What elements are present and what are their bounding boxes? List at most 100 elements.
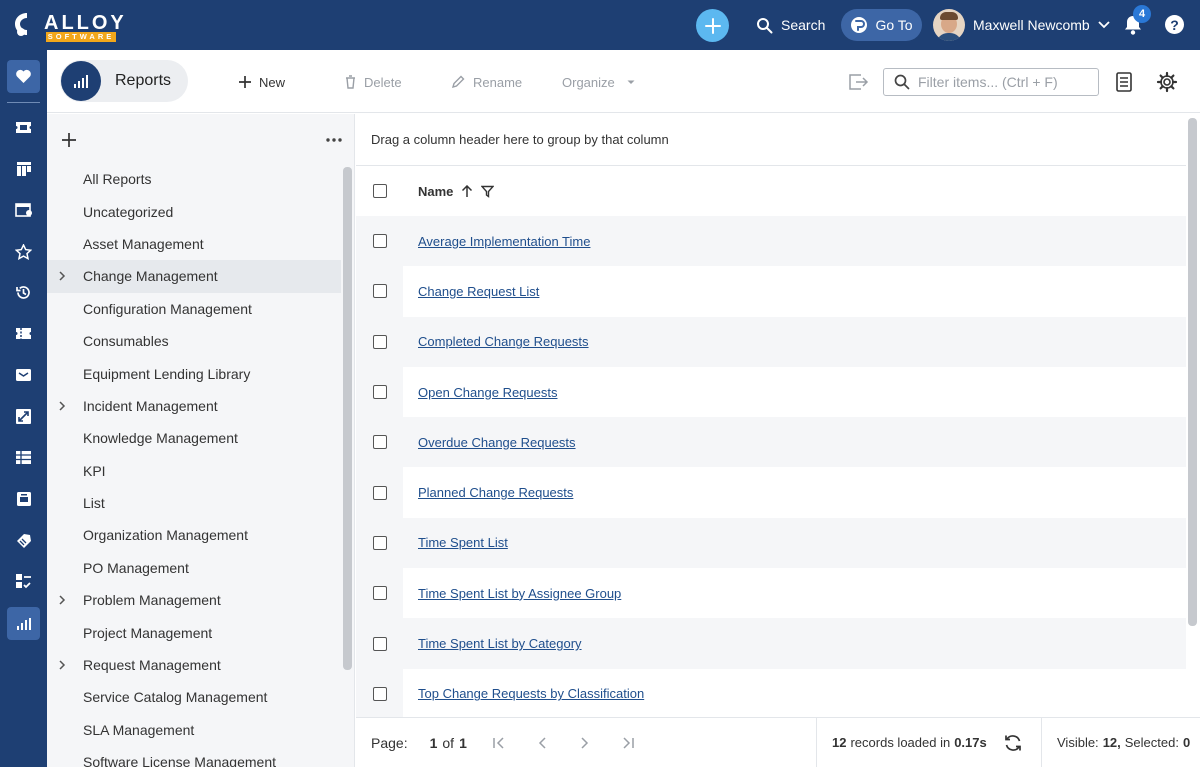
report-link[interactable]: Top Change Requests by Classification (418, 686, 644, 701)
category-item[interactable]: Change Management (47, 260, 341, 293)
category-scrollbar[interactable] (343, 167, 352, 670)
rail-starred[interactable] (7, 235, 40, 268)
add-category-icon[interactable] (60, 131, 78, 149)
row-checkbox[interactable] (372, 385, 387, 400)
category-item[interactable]: Software License Management (47, 746, 341, 767)
report-link[interactable]: Time Spent List (418, 535, 508, 550)
grid-scrollbar[interactable] (1188, 118, 1197, 626)
filter-icon[interactable] (481, 185, 495, 198)
rail-tables[interactable] (7, 441, 40, 474)
table-row[interactable]: Average Implementation Time (356, 216, 1186, 267)
rail-inbox[interactable] (7, 358, 40, 391)
row-checkbox[interactable] (372, 435, 387, 450)
last-page-button[interactable] (618, 733, 638, 753)
caret-down-icon (627, 80, 635, 84)
chevron-right-icon[interactable] (56, 594, 68, 606)
category-item[interactable]: Asset Management (47, 228, 341, 260)
more-options-icon[interactable] (325, 132, 343, 148)
rail-dashboards[interactable] (7, 152, 40, 185)
rail-favorites[interactable] (7, 60, 40, 93)
row-select-cell (356, 366, 403, 418)
category-item[interactable]: Knowledge Management (47, 422, 341, 454)
row-checkbox[interactable] (372, 485, 387, 500)
table-row[interactable]: Change Request List (356, 266, 1186, 317)
organize-dropdown[interactable]: Organize (562, 70, 639, 94)
chevron-right-icon[interactable] (56, 270, 68, 282)
row-checkbox[interactable] (372, 686, 387, 701)
rail-checklists[interactable] (7, 565, 40, 598)
gear-icon[interactable] (1156, 71, 1178, 93)
select-all-checkbox[interactable] (372, 184, 387, 198)
global-search-button[interactable]: Search (752, 12, 829, 38)
checklist-icon (16, 574, 31, 589)
report-link[interactable]: Planned Change Requests (418, 485, 573, 500)
rail-tickets-alt[interactable] (7, 317, 40, 350)
table-row[interactable]: Completed Change Requests (356, 316, 1186, 367)
category-item[interactable]: Request Management (47, 649, 341, 681)
category-item[interactable]: Consumables (47, 325, 341, 357)
rail-tags[interactable] (7, 523, 40, 556)
category-item[interactable]: Configuration Management (47, 293, 341, 325)
category-item[interactable]: All Reports (47, 163, 341, 195)
report-link[interactable]: Open Change Requests (418, 385, 557, 400)
report-link[interactable]: Time Spent List by Category (418, 636, 582, 651)
next-page-button[interactable] (575, 733, 595, 753)
table-row[interactable]: Planned Change Requests (356, 467, 1186, 518)
rail-history[interactable] (7, 276, 40, 309)
category-item[interactable]: Incident Management (47, 390, 341, 422)
category-item[interactable]: Equipment Lending Library (47, 357, 341, 389)
rail-calendar[interactable] (7, 193, 40, 226)
table-row[interactable]: Open Change Requests (356, 366, 1186, 418)
section-header: Reports (60, 60, 188, 102)
category-item[interactable]: Uncategorized (47, 195, 341, 227)
first-page-button[interactable] (489, 733, 509, 753)
row-checkbox[interactable] (372, 636, 387, 651)
filter-field[interactable] (883, 68, 1099, 96)
help-button[interactable]: ? (1165, 15, 1184, 34)
column-chooser-icon[interactable] (1113, 71, 1135, 93)
category-item[interactable]: KPI (47, 455, 341, 487)
rail-archive[interactable] (7, 482, 40, 515)
refresh-icon[interactable] (1003, 733, 1023, 753)
table-row[interactable]: Time Spent List by Category (356, 618, 1186, 669)
rail-reports[interactable] (7, 607, 40, 640)
report-link[interactable]: Overdue Change Requests (418, 435, 576, 450)
row-checkbox[interactable] (372, 586, 387, 601)
chevron-right-icon[interactable] (56, 659, 68, 671)
new-button[interactable]: New (239, 70, 285, 94)
table-row[interactable]: Time Spent List by Assignee Group (356, 568, 1186, 619)
group-by-drop-zone[interactable]: Drag a column header here to group by th… (356, 114, 1186, 166)
goto-button[interactable]: Go To (841, 9, 922, 41)
chevron-right-icon[interactable] (56, 400, 68, 412)
rename-button[interactable]: Rename (451, 70, 522, 94)
category-item[interactable]: Organization Management (47, 519, 341, 551)
row-checkbox[interactable] (372, 535, 387, 550)
report-link[interactable]: Completed Change Requests (418, 334, 589, 349)
user-menu[interactable]: Maxwell Newcomb (933, 9, 1110, 41)
name-column-header[interactable]: Name (418, 184, 495, 199)
table-row[interactable]: Time Spent List (356, 517, 1186, 569)
export-icon[interactable] (847, 71, 869, 93)
category-item[interactable]: Project Management (47, 616, 341, 648)
category-item[interactable]: PO Management (47, 552, 341, 584)
report-link[interactable]: Time Spent List by Assignee Group (418, 586, 621, 601)
row-checkbox[interactable] (372, 234, 387, 249)
rail-tickets[interactable] (7, 111, 40, 144)
report-link[interactable]: Change Request List (418, 284, 539, 299)
delete-button[interactable]: Delete (345, 70, 402, 94)
category-item[interactable]: Problem Management (47, 584, 341, 616)
alloy-logo[interactable]: ALLOY SOFTWARE (12, 10, 124, 42)
row-checkbox[interactable] (372, 334, 387, 349)
report-link[interactable]: Average Implementation Time (418, 234, 590, 249)
category-item[interactable]: List (47, 487, 341, 519)
previous-page-button[interactable] (532, 733, 552, 753)
filter-input[interactable] (918, 74, 1093, 90)
category-item[interactable]: Service Catalog Management (47, 681, 341, 713)
table-row[interactable]: Overdue Change Requests (356, 417, 1186, 468)
quick-create-button[interactable] (696, 9, 729, 42)
rail-transfers[interactable] (7, 400, 40, 433)
sort-ascending-icon[interactable] (461, 184, 473, 198)
row-checkbox[interactable] (372, 284, 387, 299)
category-item[interactable]: SLA Management (47, 714, 341, 746)
table-row[interactable]: Top Change Requests by Classification (356, 668, 1186, 719)
